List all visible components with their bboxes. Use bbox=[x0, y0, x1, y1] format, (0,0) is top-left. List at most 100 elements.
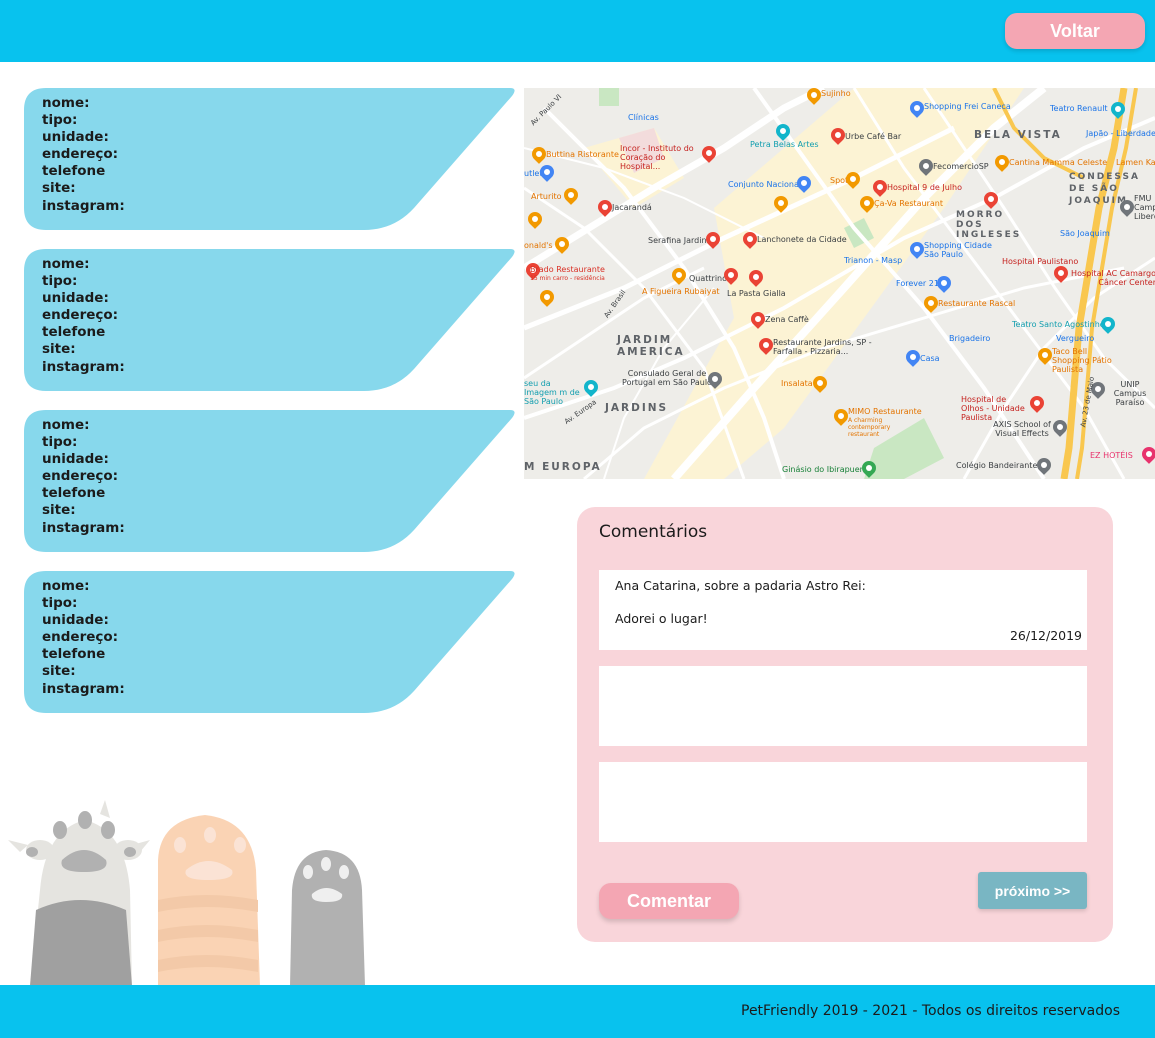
map-label-sujinho: Sujinho bbox=[821, 89, 851, 98]
comment-card bbox=[599, 762, 1087, 842]
map-label-trianon: Trianon - Masp bbox=[844, 256, 903, 265]
footer-copyright: PetFriendly 2019 - 2021 - Todos os direi… bbox=[741, 1003, 1120, 1019]
map-label-insalata: Insalata bbox=[781, 379, 813, 388]
field-endereco: endereço: bbox=[42, 468, 119, 485]
place-fields: nome: tipo: unidade: endereço: telefone … bbox=[42, 95, 125, 215]
cat-paws-illustration bbox=[8, 800, 365, 986]
comments-panel: Comentários Ana Catarina, sobre a padari… bbox=[577, 507, 1113, 942]
page: Voltar nome: tipo: unidade: endereço: te… bbox=[0, 0, 1155, 1038]
field-site: site: bbox=[42, 341, 76, 358]
field-nome: nome: bbox=[42, 578, 90, 594]
map-label-jardins: JARDINS bbox=[605, 402, 669, 414]
field-instagram: instagram: bbox=[42, 519, 125, 536]
field-unidade: unidade: bbox=[42, 451, 109, 468]
map-label-conjunto-nacional: Conjunto Nacional bbox=[728, 180, 802, 189]
map[interactable]: Sujinho Shopping Frei Caneca Teatro Rena… bbox=[524, 88, 1155, 479]
comments-title: Comentários bbox=[599, 522, 708, 542]
map-label-teatro-santo: Teatro Santo Agostinho bbox=[1012, 320, 1105, 329]
field-tipo: tipo: bbox=[42, 434, 78, 451]
map-label-hospital-ac: Hospital AC Camargo Câncer Center bbox=[1071, 269, 1155, 287]
field-nome: nome: bbox=[42, 417, 90, 433]
map-label-axis: AXIS School of Visual Effects bbox=[993, 420, 1051, 438]
map-label-mimo-sub: A charming contemporary restaurant bbox=[848, 417, 891, 438]
map-label-petra-belas-artes: Petra Belas Artes bbox=[750, 140, 819, 149]
field-unidade: unidade: bbox=[42, 612, 109, 629]
comment-text: Adorei o lugar! bbox=[615, 611, 708, 626]
field-unidade: unidade: bbox=[42, 290, 109, 307]
field-instagram: instagram: bbox=[42, 197, 125, 214]
map-label-ez-hoteis: EZ HOTÉIS bbox=[1090, 451, 1133, 460]
footer-bar: PetFriendly 2019 - 2021 - Todos os direi… bbox=[0, 985, 1155, 1038]
dark-paw-icon bbox=[290, 850, 365, 986]
place-card: nome: tipo: unidade: endereço: telefone … bbox=[24, 410, 516, 552]
map-label-la-pasta: La Pasta Gialla bbox=[727, 289, 786, 298]
map-label-buttina: Buttina Ristorante bbox=[546, 150, 619, 159]
map-label-urbe-cafe-bar: Urbe Café Bar bbox=[845, 132, 902, 141]
map-label-lanchonete: Lanchonete da Cidade bbox=[757, 235, 847, 244]
map-label-brigadeiro: Brigadeiro bbox=[949, 334, 991, 343]
map-label-casa: Casa bbox=[920, 354, 940, 363]
field-telefone: telefone bbox=[42, 324, 106, 341]
comment-date: 26/12/2019 bbox=[1009, 628, 1082, 643]
map-label-forever21: Forever 21 bbox=[896, 279, 939, 288]
map-label-mimo: MIMO Restaurante bbox=[848, 407, 922, 416]
map-label-hospital-olhos: Hospital de Olhos - Unidade Paulista bbox=[961, 395, 1025, 422]
map-label-cantina-mamma: Cantina Mamma Celeste bbox=[1009, 158, 1108, 167]
map-label-ibirapuera: Ginásio do Ibirapuera bbox=[782, 465, 868, 474]
field-instagram: instagram: bbox=[42, 358, 125, 375]
field-endereco: endereço: bbox=[42, 146, 119, 163]
field-site: site: bbox=[42, 502, 76, 519]
map-label-sao-joaquim: São Joaquim bbox=[1060, 229, 1110, 238]
map-label-taco-bell: Taco Bell Shopping Pátio Paulista bbox=[1052, 347, 1112, 374]
map-label-jacaranda: Jacarandá bbox=[612, 203, 652, 212]
map-label-consulado: Consulado Geral de Portugal em São Paulo bbox=[622, 369, 712, 387]
place-fields: nome: tipo: unidade: endereço: telefone … bbox=[42, 578, 125, 698]
field-telefone: telefone bbox=[42, 485, 106, 502]
map-label-brado-sub: 15 min carro - residência bbox=[530, 275, 605, 282]
field-site: site: bbox=[42, 663, 76, 680]
map-label-rascal: Restaurante Rascal bbox=[938, 299, 1016, 308]
field-tipo: tipo: bbox=[42, 595, 78, 612]
comment-button[interactable]: Comentar bbox=[599, 883, 739, 919]
map-label-restaurante-jardins: Restaurante Jardins, SP - Farfalla - Piz… bbox=[773, 338, 872, 356]
map-label-shopping-cidade: Shopping Cidade São Paulo bbox=[924, 241, 992, 259]
comment-card bbox=[599, 666, 1087, 746]
map-label-quattrino: Quattrino bbox=[689, 274, 728, 283]
map-label-incor: Incor - Instituto do Coração do Hospital… bbox=[620, 144, 694, 171]
place-card: nome: tipo: unidade: endereço: telefone … bbox=[24, 571, 516, 713]
place-fields: nome: tipo: unidade: endereço: telefone … bbox=[42, 256, 125, 376]
field-telefone: telefone bbox=[42, 163, 106, 180]
map-label-bela-vista: BELA VISTA bbox=[974, 129, 1062, 141]
white-paw-icon bbox=[8, 800, 150, 986]
map-label-vergueiro: Vergueiro bbox=[1056, 334, 1095, 343]
map-label-europa: M EUROPA bbox=[524, 461, 602, 473]
field-site: site: bbox=[42, 180, 76, 197]
map-label-donalds: onald's bbox=[524, 241, 553, 250]
map-label-arturito: Arturito bbox=[531, 192, 562, 201]
field-tipo: tipo: bbox=[42, 112, 78, 129]
map-label-morro-ingleses: MORRO DOS INGLESES bbox=[956, 210, 1022, 240]
map-label-colegio: Colégio Bandeirantes bbox=[956, 461, 1042, 470]
comment-card: Ana Catarina, sobre a padaria Astro Rei:… bbox=[599, 570, 1087, 650]
map-label-teatro-renault: Teatro Renault bbox=[1050, 104, 1108, 113]
orange-paw-icon bbox=[158, 815, 260, 986]
map-label-jardim-america: JARDIM AMERICA bbox=[617, 334, 685, 358]
map-label-brado: Brado Restaurante bbox=[530, 265, 605, 274]
map-label-zena: Zena Caffè bbox=[765, 315, 809, 324]
map-label-fmu: FMU Camp Liberd bbox=[1134, 194, 1155, 221]
map-label-unip: UNIP Campus Paraíso bbox=[1113, 380, 1147, 407]
map-label-clinicas: Clínicas bbox=[628, 113, 659, 122]
map-label-serafina: Serafina Jardins bbox=[648, 236, 711, 245]
header-bar: Voltar bbox=[0, 0, 1155, 62]
map-label-hospital-9-julho: Hospital 9 de Julho bbox=[887, 183, 962, 192]
map-label-lamen-kazu: Lamen Kazu bbox=[1116, 158, 1155, 167]
back-button[interactable]: Voltar bbox=[1005, 13, 1145, 49]
place-card: nome: tipo: unidade: endereço: telefone … bbox=[24, 249, 516, 391]
field-endereco: endereço: bbox=[42, 307, 119, 324]
field-tipo: tipo: bbox=[42, 273, 78, 290]
field-nome: nome: bbox=[42, 256, 90, 272]
field-instagram: instagram: bbox=[42, 680, 125, 697]
map-label-hospital-paulistano: Hospital Paulistano bbox=[1002, 257, 1079, 266]
next-button[interactable]: próximo >> bbox=[978, 872, 1087, 909]
field-nome: nome: bbox=[42, 95, 90, 111]
